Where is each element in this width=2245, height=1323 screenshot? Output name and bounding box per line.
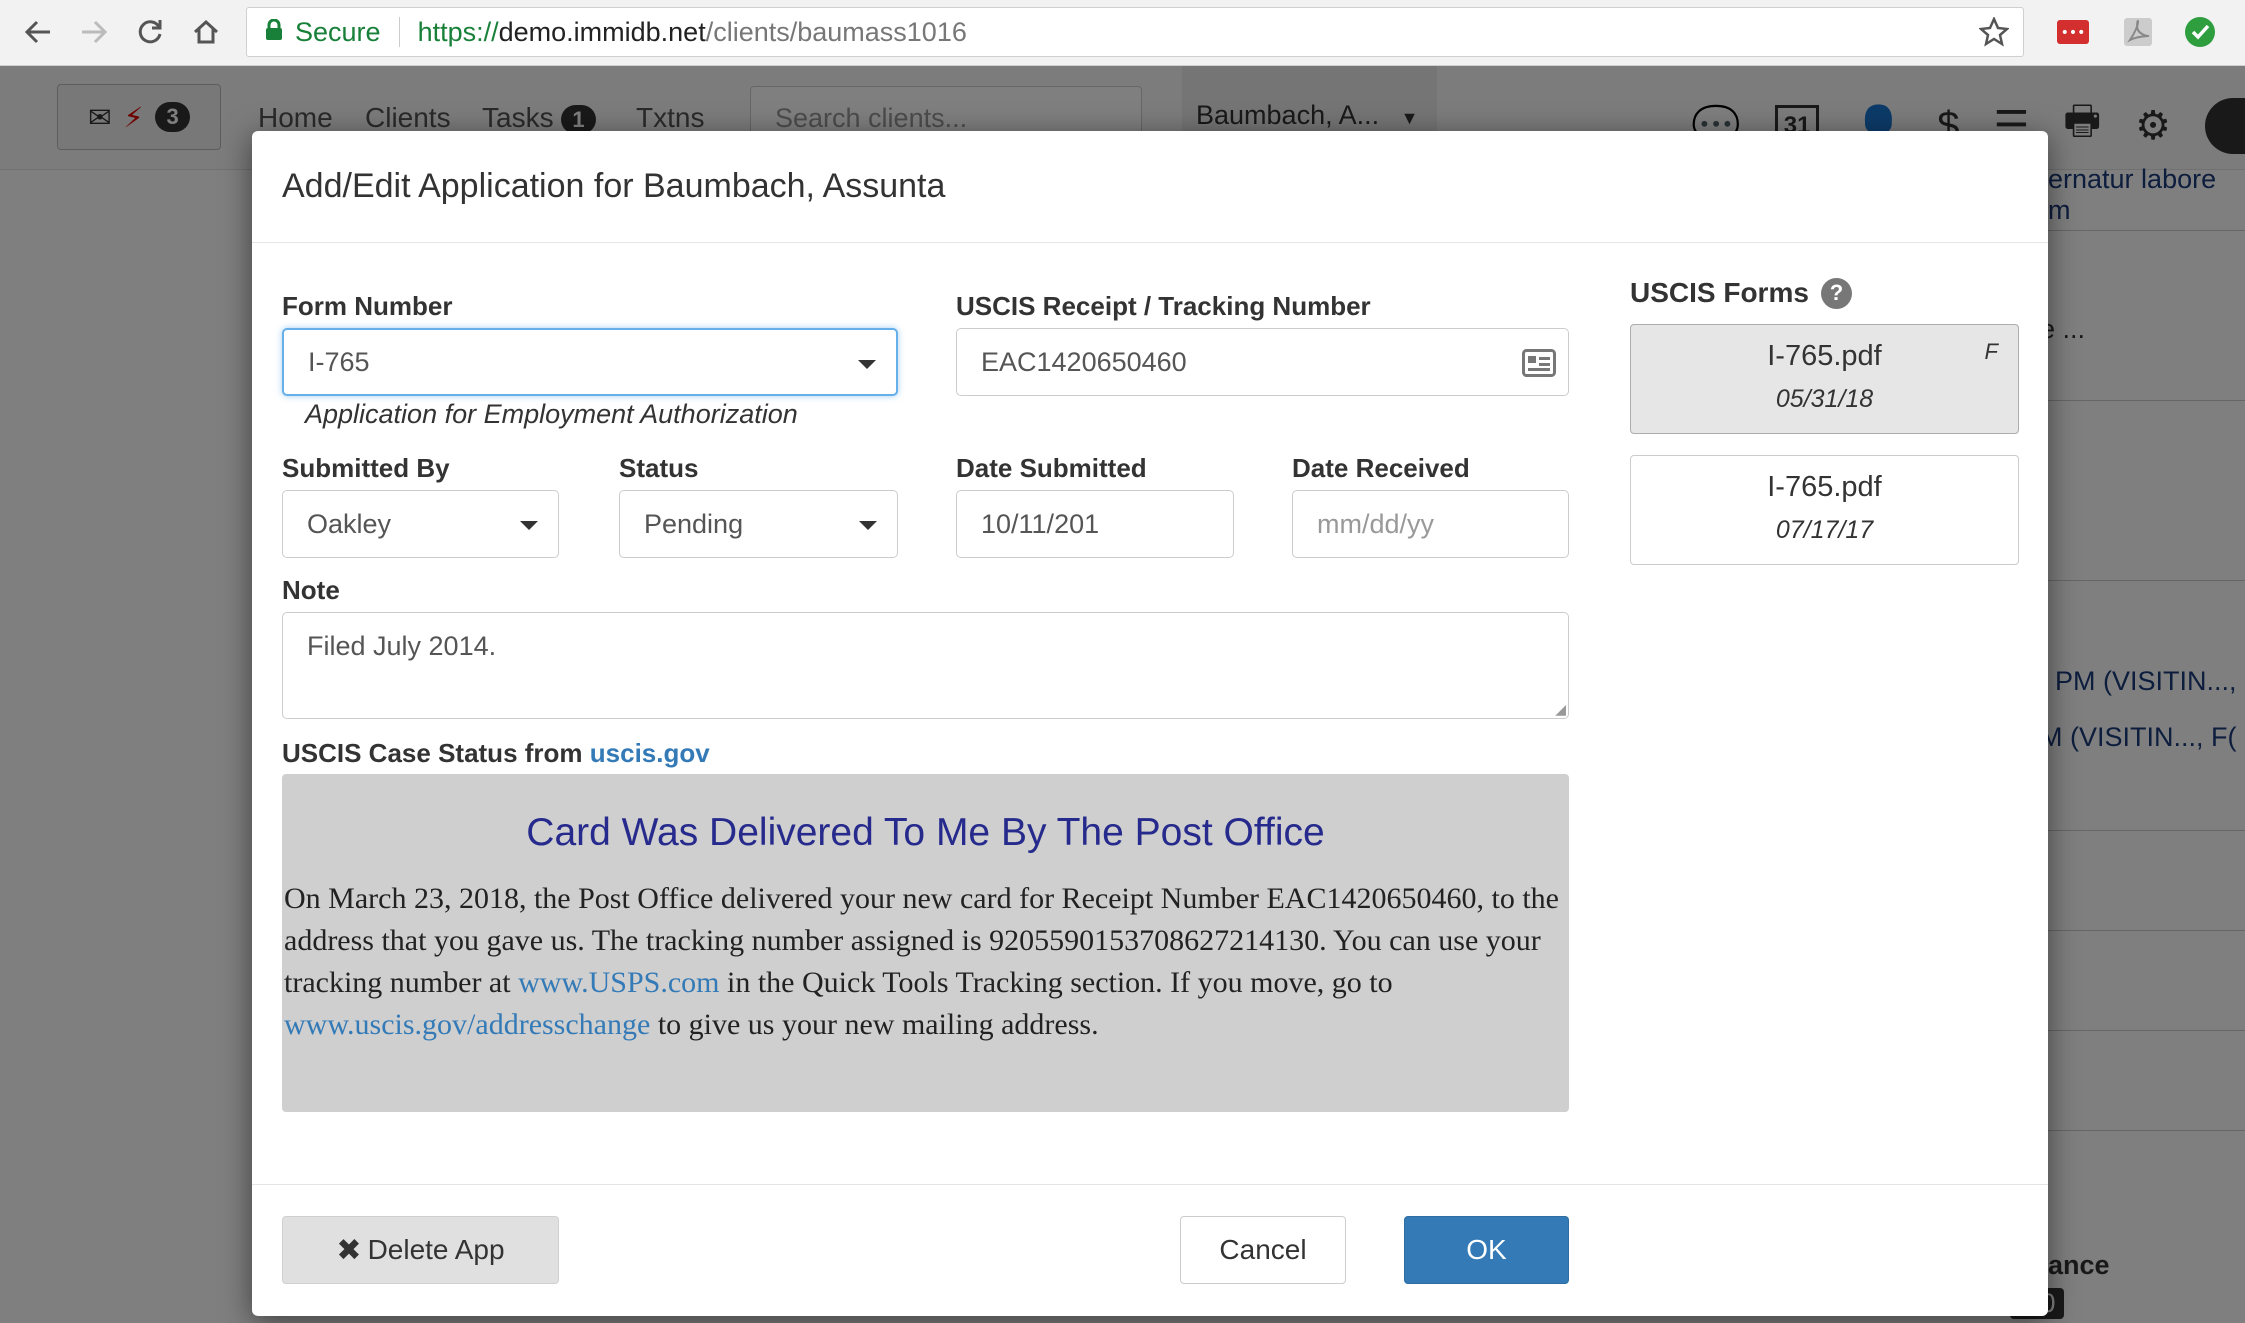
status-select[interactable]: Pending bbox=[619, 490, 898, 558]
note-value: Filed July 2014. bbox=[307, 631, 497, 661]
submitted-by-select[interactable]: Oakley bbox=[282, 490, 559, 558]
id-card-icon[interactable] bbox=[1522, 349, 1556, 384]
form-file-name: I-765.pdf bbox=[1767, 471, 1882, 503]
svg-text:•••: ••• bbox=[2061, 25, 2086, 41]
uscis-gov-link[interactable]: uscis.gov bbox=[590, 738, 710, 768]
check-extension-icon[interactable] bbox=[2184, 16, 2216, 48]
receipt-number-value: EAC1420650460 bbox=[981, 346, 1187, 377]
case-status-text-3: to give us your new mailing address. bbox=[650, 1008, 1099, 1041]
form-file-date: 07/17/17 bbox=[1775, 516, 1874, 544]
chevron-down-icon bbox=[858, 360, 876, 369]
date-submitted-label: Date Submitted bbox=[956, 453, 1147, 483]
help-icon[interactable]: ? bbox=[1820, 277, 1852, 309]
note-textarea[interactable]: Filed July 2014. ◢ bbox=[282, 612, 1569, 719]
ok-button[interactable]: OK bbox=[1404, 1216, 1569, 1284]
status-value: Pending bbox=[644, 508, 744, 539]
delete-app-button[interactable]: ✖ Delete App bbox=[282, 1216, 559, 1284]
delete-app-label: Delete App bbox=[367, 1234, 505, 1265]
modal-title: Add/Edit Application for Baumbach, Assun… bbox=[282, 167, 946, 205]
usps-link[interactable]: www.USPS.com bbox=[518, 966, 719, 999]
password-manager-icon[interactable]: ••• bbox=[2057, 16, 2089, 48]
status-label: Status bbox=[619, 453, 699, 483]
bookmark-star-icon[interactable] bbox=[1978, 15, 2010, 54]
form-number-label: Form Number bbox=[282, 291, 453, 321]
form-file-flag: F bbox=[1984, 339, 1998, 364]
address-bar[interactable]: Secure https://demo.immidb.net/clients/b… bbox=[246, 7, 2024, 57]
date-received-input[interactable]: mm/dd/yy bbox=[1292, 490, 1569, 558]
resize-handle-icon[interactable]: ◢ bbox=[1555, 701, 1566, 718]
back-arrow-icon[interactable] bbox=[18, 12, 58, 52]
cancel-button[interactable]: Cancel bbox=[1180, 1216, 1346, 1284]
receipt-number-input[interactable]: EAC1420650460 bbox=[956, 328, 1569, 396]
cancel-label: Cancel bbox=[1219, 1234, 1307, 1265]
address-change-link[interactable]: www.uscis.gov/addresschange bbox=[284, 1008, 650, 1041]
modal-header: Add/Edit Application for Baumbach, Assun… bbox=[252, 131, 2048, 243]
case-status-body: On March 23, 2018, the Post Office deliv… bbox=[284, 878, 1564, 1046]
date-submitted-value: 10/11/201 bbox=[981, 508, 1100, 539]
close-icon: ✖ bbox=[336, 1233, 362, 1267]
submitted-by-label: Submitted By bbox=[282, 453, 450, 483]
address-separator bbox=[398, 17, 400, 47]
url-scheme: https:// bbox=[417, 16, 499, 47]
form-number-value: I-765 bbox=[308, 346, 370, 377]
case-status-panel: Card Was Delivered To Me By The Post Off… bbox=[282, 774, 1569, 1112]
form-file-name: I-765.pdf bbox=[1767, 340, 1882, 372]
date-received-placeholder: mm/dd/yy bbox=[1317, 508, 1435, 539]
url-host: demo.immidb.net bbox=[498, 16, 706, 47]
note-label: Note bbox=[282, 575, 340, 605]
modal-footer-divider bbox=[252, 1184, 2048, 1185]
chevron-down-icon bbox=[859, 521, 877, 530]
form-file-card[interactable]: I-765.pdf 05/31/18 F bbox=[1630, 324, 2019, 434]
form-number-select[interactable]: I-765 bbox=[282, 328, 898, 396]
forward-arrow-icon[interactable] bbox=[74, 12, 114, 52]
form-file-date: 05/31/18 bbox=[1775, 385, 1874, 413]
add-edit-application-dialog: Add/Edit Application for Baumbach, Assun… bbox=[252, 131, 2048, 1316]
uscis-forms-title: USCIS Forms bbox=[1630, 277, 1809, 308]
date-submitted-input[interactable]: 10/11/201 bbox=[956, 490, 1234, 558]
ok-label: OK bbox=[1466, 1234, 1507, 1265]
lock-icon bbox=[265, 17, 283, 48]
submitted-by-value: Oakley bbox=[307, 508, 392, 539]
case-status-label-text: USCIS Case Status from bbox=[282, 738, 583, 768]
reload-icon[interactable] bbox=[130, 12, 170, 52]
pdf-extension-icon[interactable] bbox=[2122, 16, 2154, 48]
form-description: Application for Employment Authorization bbox=[305, 399, 798, 429]
receipt-number-label: USCIS Receipt / Tracking Number bbox=[956, 291, 1371, 321]
home-icon[interactable] bbox=[186, 12, 226, 52]
case-status-title: Card Was Delivered To Me By The Post Off… bbox=[526, 811, 1325, 854]
browser-chrome: Secure https://demo.immidb.net/clients/b… bbox=[0, 0, 2245, 66]
chevron-down-icon bbox=[520, 521, 538, 530]
secure-label: Secure bbox=[295, 16, 381, 47]
date-received-label: Date Received bbox=[1292, 453, 1470, 483]
uscis-forms-heading: USCIS Forms ? bbox=[1630, 277, 1852, 309]
case-status-label: USCIS Case Status from uscis.gov bbox=[282, 738, 710, 769]
form-file-card[interactable]: I-765.pdf 07/17/17 bbox=[1630, 455, 2019, 565]
case-status-text-2: in the Quick Tools Tracking section. If … bbox=[719, 966, 1393, 999]
url-path: /clients/baumass1016 bbox=[705, 16, 967, 47]
